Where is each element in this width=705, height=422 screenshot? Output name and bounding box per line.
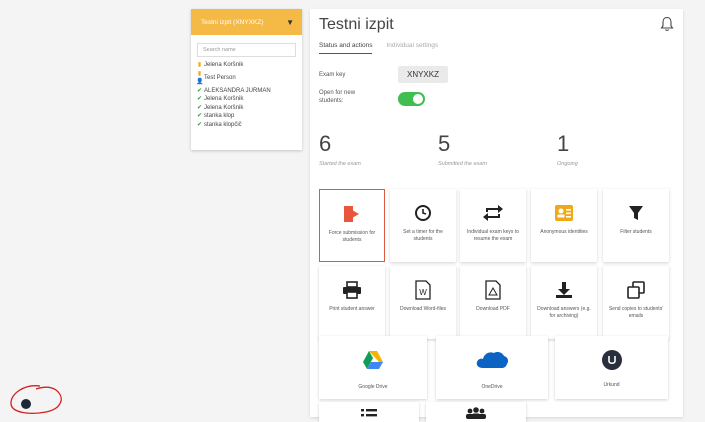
stat-submitted: 5 Submitted the exam xyxy=(438,131,487,168)
onedrive-icon xyxy=(475,350,509,370)
exam-key-label: Exam key xyxy=(319,72,346,78)
student-item[interactable]: ▮👤 Test Person xyxy=(196,70,302,87)
tab-bar: Status and actions Individual settings xyxy=(319,42,438,54)
stat-ongoing: 1 Ongoing xyxy=(557,131,578,168)
filter-students-button[interactable]: Filter students xyxy=(603,189,669,262)
open-for-new-label: Open for new students: xyxy=(319,90,356,104)
exam-selector-label: Testni izpit (XNYXKZ) xyxy=(201,18,264,26)
users-icon xyxy=(466,407,486,419)
student-item[interactable]: ✔ ALEKSANDRA JURMAN xyxy=(196,87,302,96)
caret-down-icon: ▼ xyxy=(286,17,294,27)
send-copies-button[interactable]: Send copies to students' emails xyxy=(603,266,669,339)
list-view-button[interactable] xyxy=(319,402,419,422)
groups-button[interactable] xyxy=(426,402,526,422)
student-name: Jelena Koršnik xyxy=(204,62,244,68)
urkund-button[interactable]: Urkund xyxy=(555,336,668,399)
tile-label: Print student answer xyxy=(329,306,375,312)
pending-status-icon: ▮ xyxy=(197,62,202,68)
force-submission-button[interactable]: Force submission for students xyxy=(319,189,385,262)
google-drive-icon xyxy=(362,350,384,370)
annotation-circle-icon xyxy=(10,385,62,414)
stat-started: 6 Started the exam xyxy=(319,131,361,168)
student-name: Jelena Koršnik xyxy=(204,104,244,111)
student-item[interactable]: ✔ stanka klop xyxy=(196,112,302,121)
check-icon: ✔ xyxy=(196,113,203,119)
stat-label: Submitted the exam xyxy=(438,161,487,167)
search-placeholder: Search name xyxy=(203,47,236,53)
exam-key-value: XNYXKZ xyxy=(398,66,448,83)
page-title: Testni izpit xyxy=(319,16,394,33)
filter-icon xyxy=(628,203,644,223)
student-name: Jelena Koršnik xyxy=(204,96,244,102)
word-file-icon: W xyxy=(415,280,431,300)
anonymous-identities-button[interactable]: Anonymous identities xyxy=(531,189,597,262)
force-submit-icon xyxy=(342,204,362,224)
student-name: ALEKSANDRA JURMAN xyxy=(204,87,271,94)
open-for-new-toggle[interactable] xyxy=(398,92,425,106)
tile-label: Google Drive xyxy=(358,384,388,390)
download-word-button[interactable]: W Download Word-files xyxy=(390,266,456,339)
student-name: stanka klop xyxy=(204,113,235,119)
bell-icon[interactable] xyxy=(660,16,674,32)
student-item[interactable]: ✔ Jelena Koršnik xyxy=(196,95,302,104)
tile-label: Urkund xyxy=(603,382,620,388)
copy-icon xyxy=(627,280,645,300)
id-card-icon xyxy=(554,203,574,223)
tile-label: Anonymous identities xyxy=(540,229,588,235)
list-icon xyxy=(361,409,377,417)
download-icon xyxy=(555,280,573,300)
check-icon: ✔ xyxy=(196,121,203,128)
stat-value: 1 xyxy=(557,131,570,156)
check-icon: ✔ xyxy=(196,104,203,111)
stat-label: Started the exam xyxy=(319,161,361,167)
person-status-icon: ▮👤 xyxy=(196,70,204,86)
check-icon: ✔ xyxy=(196,87,203,94)
tile-label: Download Word-files xyxy=(399,306,447,312)
tile-label: Set a timer for the students xyxy=(403,229,443,242)
tile-label: Individual exam keys to resume the exam xyxy=(467,229,519,242)
tile-label: Download PDF xyxy=(476,306,510,312)
stat-label: Ongoing xyxy=(557,161,578,167)
check-icon: ✔ xyxy=(196,96,203,102)
svg-text:W: W xyxy=(419,288,427,297)
repeat-icon xyxy=(482,203,504,223)
stat-value: 5 xyxy=(438,131,451,156)
search-input[interactable]: Search name xyxy=(197,43,296,57)
stat-value: 6 xyxy=(319,131,332,156)
toggle-knob xyxy=(413,94,423,104)
clock-icon xyxy=(414,203,432,223)
individual-exam-keys-button[interactable]: Individual exam keys to resume the exam xyxy=(460,189,526,262)
student-name: stanka klopčič xyxy=(204,121,242,128)
exam-selector[interactable]: Testni izpit (XNYXKZ) ▼ xyxy=(191,9,302,35)
tab-individual-settings[interactable]: Individual settings xyxy=(386,42,438,54)
exam-card: Testni izpit Status and actions Individu… xyxy=(310,9,683,422)
student-panel: Testni izpit (XNYXKZ) ▼ Search name ▮ Jel… xyxy=(191,9,302,150)
urkund-icon xyxy=(601,350,623,370)
download-answers-button[interactable]: Download answers (e.g. for archiving) xyxy=(531,266,597,339)
tile-label: Send copies to students' emails xyxy=(608,306,664,319)
tile-label: Download answers (e.g. for archiving) xyxy=(537,306,591,319)
google-drive-button[interactable]: Google Drive xyxy=(319,336,427,399)
tile-label: Filter students xyxy=(620,229,652,235)
onedrive-button[interactable]: OneDrive xyxy=(436,336,548,399)
print-answer-button[interactable]: Print student answer xyxy=(319,266,385,339)
student-item[interactable]: ✔ stanka klopčič xyxy=(196,121,302,130)
printer-icon xyxy=(342,280,362,300)
pdf-file-icon xyxy=(485,280,501,300)
tile-label: OneDrive xyxy=(481,384,503,390)
student-list: ▮ Jelena Koršnik ▮👤 Test Person ✔ ALEKSANDR… xyxy=(191,61,302,129)
download-pdf-button[interactable]: Download PDF xyxy=(460,266,526,339)
set-timer-button[interactable]: Set a timer for the students xyxy=(390,189,456,262)
student-item[interactable]: ✔ Jelena Koršnik xyxy=(196,104,302,113)
student-name: Test Person xyxy=(204,74,236,81)
tab-status-and-actions[interactable]: Status and actions xyxy=(319,42,373,54)
page: Testni izpit (XNYXKZ) ▼ Search name ▮ Jel… xyxy=(0,0,705,422)
student-item[interactable]: ▮ Jelena Koršnik xyxy=(196,61,302,70)
tile-label: Force submission for students xyxy=(328,230,376,243)
